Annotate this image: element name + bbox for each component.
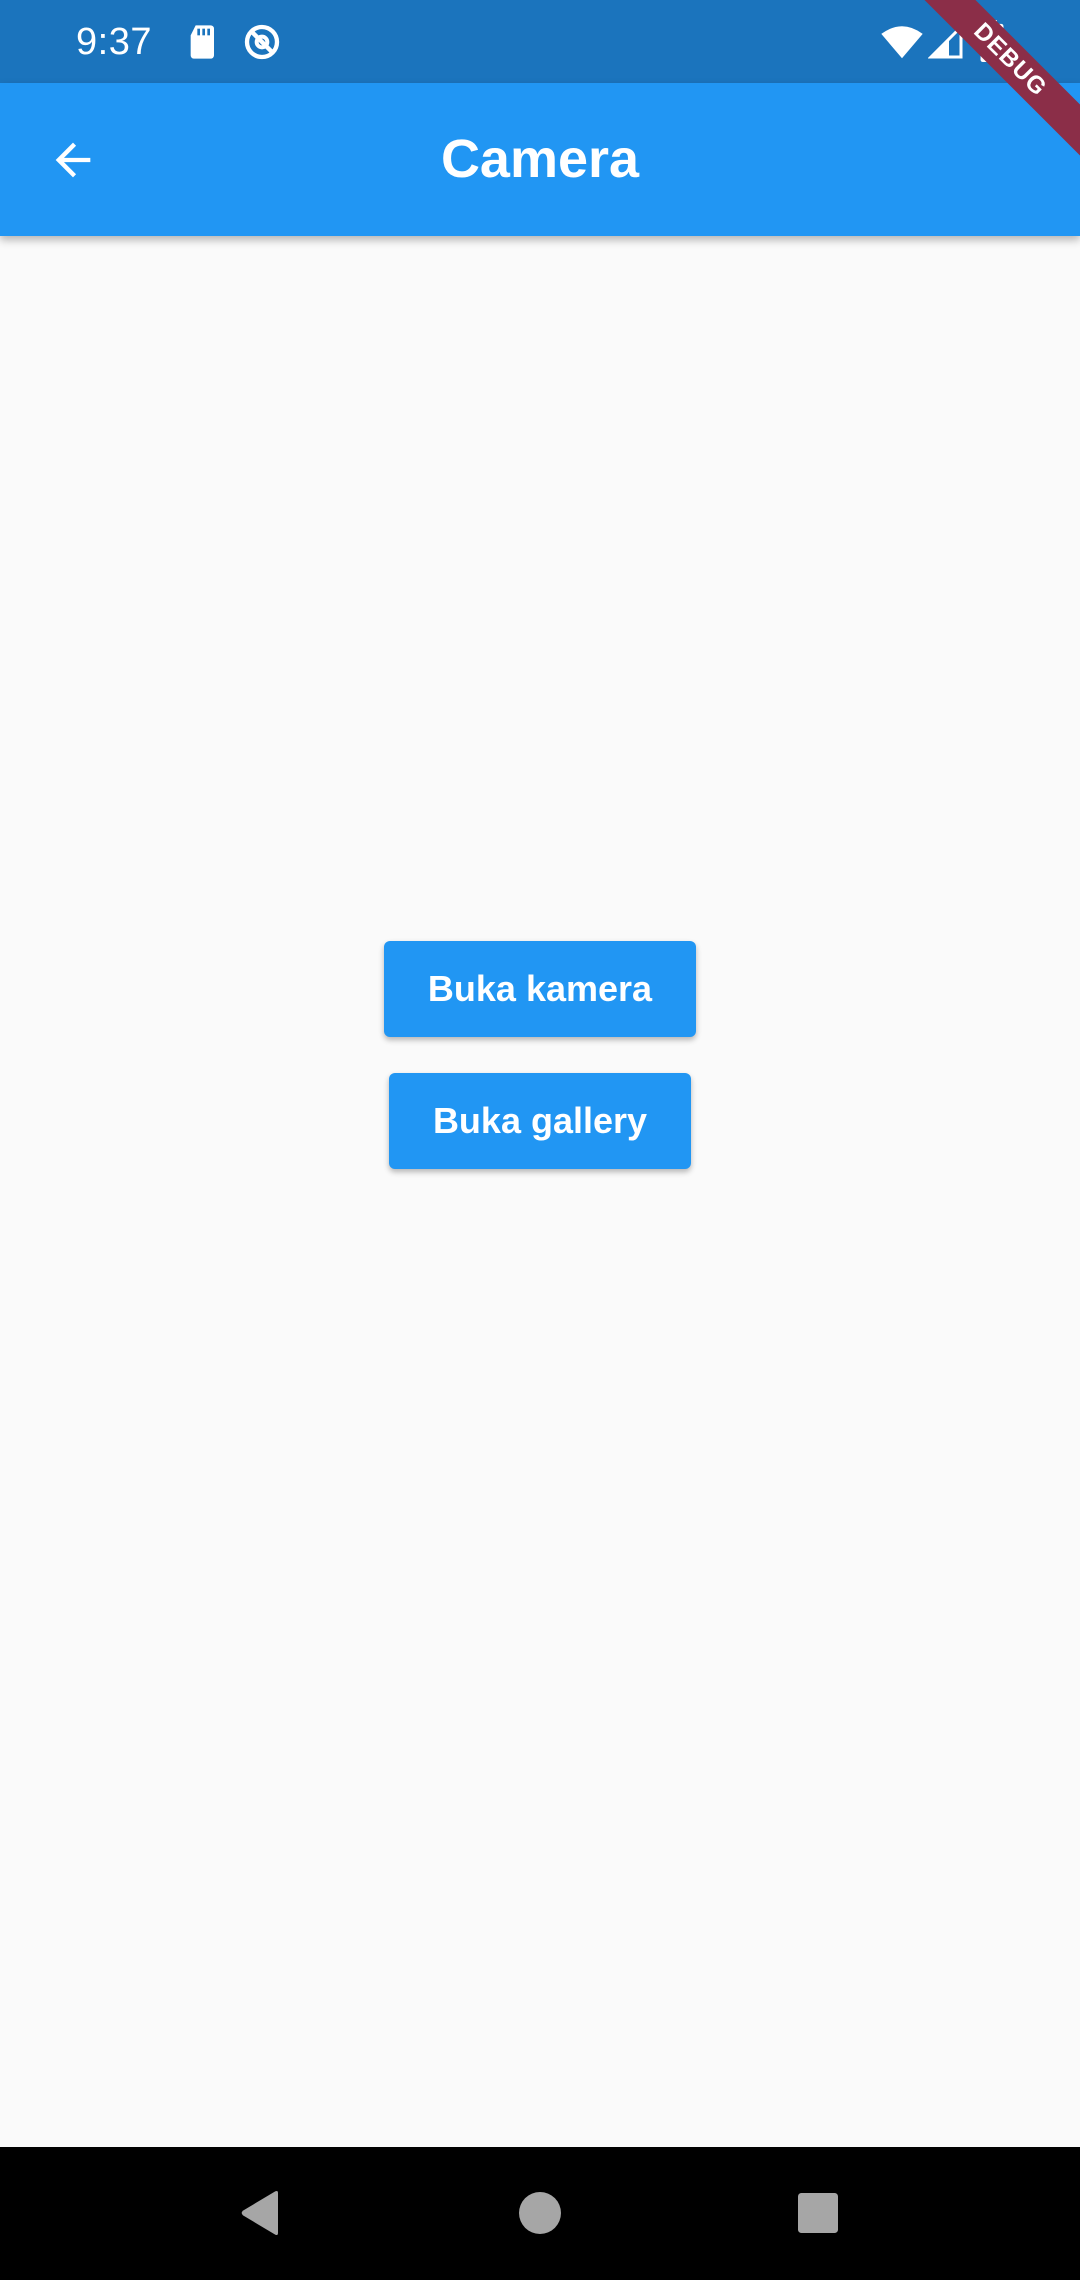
open-gallery-button[interactable]: Buka gallery [389,1073,691,1169]
main-content: Buka kamera Buka gallery [0,236,1080,2147]
arrow-back-icon [55,142,91,178]
status-bar: 9:37 [0,0,1080,83]
nav-home-button[interactable] [500,2173,580,2253]
navigation-bar [0,2147,1080,2280]
nav-recents-icon [798,2193,838,2233]
signal-icon [928,24,963,59]
back-button[interactable] [34,121,112,199]
wifi-icon [881,26,923,59]
screen: 9:37 Camera DEBUG Buka kamera Buka galle… [0,0,1080,2280]
sync-icon [244,24,280,60]
nav-home-icon [519,2192,561,2234]
nav-recents-button[interactable] [778,2173,858,2253]
app-bar: Camera [0,83,1080,236]
nav-back-button[interactable] [220,2173,300,2253]
nav-back-icon [241,2190,278,2236]
battery-icon [980,20,1004,62]
status-time: 9:37 [76,21,152,63]
page-title: Camera [440,129,640,189]
open-camera-button[interactable]: Buka kamera [384,941,696,1037]
sd-card-icon [190,25,214,59]
